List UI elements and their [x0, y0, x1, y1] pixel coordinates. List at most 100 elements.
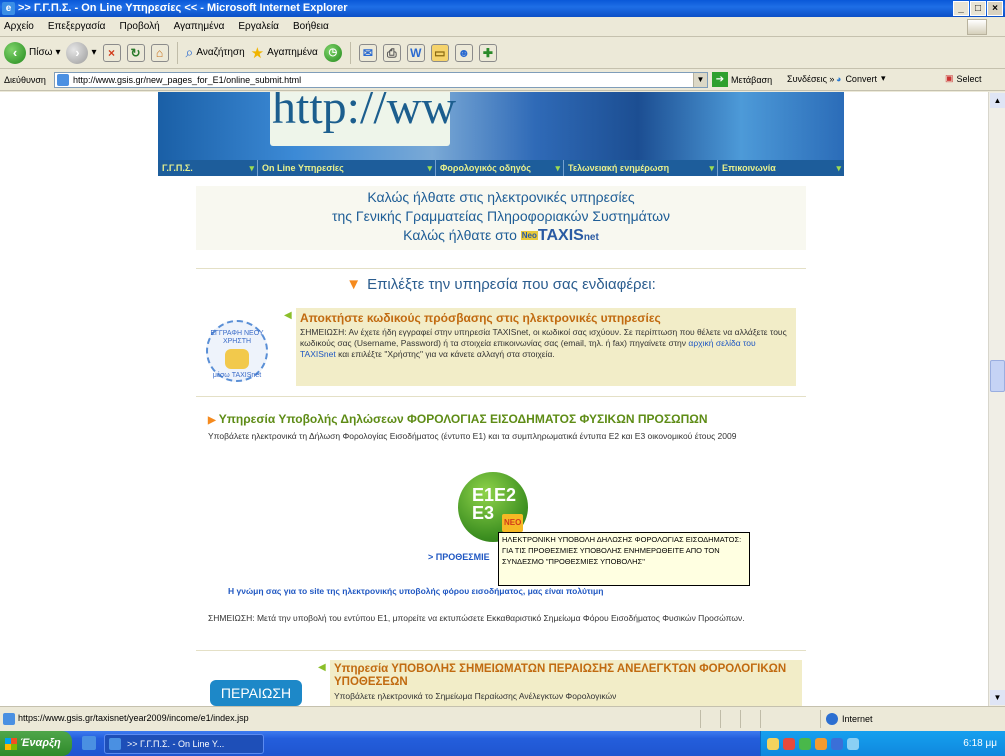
taskbar-item-ie[interactable]: >> Γ.Γ.Π.Σ. - On Line Y... [104, 734, 264, 754]
tray-icon[interactable] [815, 737, 827, 750]
ie-icon [109, 738, 121, 750]
page-icon [57, 74, 69, 86]
welcome-line-2: της Γενικής Γραμματείας Πληροφοριακών Συ… [331, 208, 671, 224]
go-label: Μετάβαση [731, 74, 773, 85]
feedback-link[interactable]: Η γνώμη σας για το site της ηλεκτρονικής… [228, 586, 603, 596]
toolbar-separator [349, 41, 351, 64]
quick-launch-ie-icon[interactable] [82, 736, 96, 750]
convert-button[interactable]: ◕ Convert ▾ [836, 73, 885, 84]
triangle-left-icon: ◀ [318, 662, 326, 673]
triangle-right-icon: ▶ [208, 415, 216, 426]
menu-bar: Αρχείο Επεξεργασία Προβολή Αγαπημένα Εργ… [0, 17, 1005, 37]
search-icon: ⌕ [185, 44, 194, 60]
tray-icon[interactable] [767, 737, 779, 750]
go-arrow-icon: ➔ [712, 72, 728, 87]
select-button[interactable]: ▣ Select [945, 73, 982, 84]
register-badge[interactable]: ΕΓΓΡΑΦΗ ΝΕΟΥ ΧΡΗΣΤΗ μέσω TAXISnet [206, 320, 268, 382]
convert-label: Convert [845, 73, 877, 84]
print-icon[interactable]: ⎙ [382, 43, 401, 62]
select-icon: ▣ [945, 73, 954, 83]
back-button[interactable]: ‹ Πίσω ▾ [4, 41, 60, 64]
nav-item-tax-guide[interactable]: Φορολογικός οδηγός [436, 160, 564, 176]
links-label: Συνδέσεις [787, 74, 827, 84]
go-button[interactable]: ➔ Μετάβαση [712, 72, 772, 87]
stop-icon[interactable]: × [102, 43, 121, 62]
select-label: Select [956, 73, 982, 84]
toolbar: ‹ Πίσω ▾ › ▾ × ↻ ⌂ ⌕ Αναζήτηση ★ Αγαπημέ… [0, 37, 1005, 69]
welcome-line-1: Καλώς ήλθατε στις ηλεκτρονικές υπηρεσίες [367, 189, 635, 205]
close-button[interactable]: × [987, 1, 1003, 16]
deadlines-link[interactable]: > ΠΡΟΘΕΣΜΙΕ [428, 552, 490, 562]
menu-file[interactable]: Αρχείο [4, 21, 34, 32]
tray-icon[interactable] [799, 737, 811, 750]
research-icon[interactable]: ✚ [478, 43, 497, 62]
section-register: ΕΓΓΡΑΦΗ ΝΕΟΥ ΧΡΗΣΤΗ μέσω TAXISnet ◀ Αποκ… [196, 304, 806, 388]
back-label: Πίσω [29, 47, 53, 58]
history-icon[interactable]: ◷ [323, 43, 342, 62]
edit-icon[interactable]: W [406, 43, 425, 62]
nav-item-online-services[interactable]: On Line Υπηρεσίες [258, 160, 436, 176]
convert-icon: ◕ [836, 73, 842, 84]
toolbar-separator [176, 41, 178, 64]
security-zone: Internet [826, 713, 873, 725]
tooltip: ΗΛΕΚΤΡΟΝΙΚΗ ΥΠΟΒΟΛΗ ΔΗΛΩΣΗΣ ΦΟΡΟΛΟΓΙΑΣ Ε… [498, 532, 750, 586]
status-cell [740, 710, 758, 728]
page-viewport[interactable]: http://ww Γ.Γ.Π.Σ. On Line Υπηρεσίες Φορ… [0, 92, 988, 706]
maximize-button[interactable]: □ [970, 1, 986, 16]
window-title: >> Γ.Γ.Π.Σ. - On Line Υπηρεσίες << - Mic… [18, 2, 348, 14]
triangle-left-icon: ◀ [284, 310, 292, 321]
vertical-scrollbar[interactable]: ▲ ▼ [988, 92, 1005, 706]
scroll-up-icon[interactable]: ▲ [990, 93, 1005, 108]
nav-item-contact[interactable]: Επικοινωνία [718, 160, 844, 176]
tray-icon[interactable] [831, 737, 843, 750]
clock[interactable]: 6:18 μμ [963, 738, 997, 749]
menu-edit[interactable]: Επεξεργασία [48, 21, 106, 32]
taskbar-item-label: >> Γ.Γ.Π.Σ. - On Line Y... [127, 739, 225, 749]
address-input[interactable]: http://www.gsis.gr/new_pages_for_E1/onli… [54, 72, 708, 88]
scroll-down-icon[interactable]: ▼ [990, 690, 1005, 705]
chevron-down-icon: ▾ [91, 47, 97, 58]
status-cell [700, 710, 718, 728]
ie-icon: e [2, 2, 15, 15]
links-button[interactable]: Συνδέσεις » [787, 74, 834, 84]
address-url: http://www.gsis.gr/new_pages_for_E1/onli… [73, 75, 302, 85]
register-title[interactable]: Αποκτήστε κωδικούς πρόσβασης στις ηλεκτρ… [296, 308, 796, 325]
zone-label: Internet [842, 714, 873, 724]
welcome-panel: Καλώς ήλθατε στις ηλεκτρονικές υπηρεσίες… [196, 186, 806, 250]
income-tax-title[interactable]: ▶ Υπηρεσία Υποβολής Δηλώσεων ΦΟΡΟΛΟΓΙΑΣ Ε… [208, 412, 788, 426]
refresh-icon[interactable]: ↻ [126, 43, 145, 62]
folder-icon[interactable]: ▭ [430, 43, 449, 62]
income-tax-desc: Υποβάλετε ηλεκτρονικά τη Δήλωση Φορολογί… [208, 431, 737, 441]
settlement-badge[interactable]: ΠΕΡΑΙΩΣΗ [210, 680, 302, 706]
messenger-icon[interactable]: ☻ [454, 43, 473, 62]
home-icon[interactable]: ⌂ [150, 43, 169, 62]
scroll-thumb[interactable] [990, 360, 1005, 392]
banner-http-graphic: http://ww [270, 92, 456, 146]
status-cell [760, 710, 778, 728]
divider [196, 396, 806, 397]
settlement-title[interactable]: Υπηρεσία ΥΠΟΒΟΛΗΣ ΣΗΜΕΙΩΜΑΤΩΝ ΠΕΡΑΙΩΣΗΣ … [330, 660, 802, 689]
start-button[interactable]: Έναρξη [0, 731, 72, 756]
mail-icon[interactable]: ✉ [358, 43, 377, 62]
search-label: Αναζήτηση [196, 47, 245, 58]
back-arrow-icon: ‹ [4, 41, 26, 64]
nav-item-ggps[interactable]: Γ.Γ.Π.Σ. [158, 160, 258, 176]
nav-item-customs[interactable]: Τελωνειακή ενημέρωση [564, 160, 718, 176]
search-button[interactable]: ⌕ Αναζήτηση [186, 44, 245, 61]
windows-flag-icon [5, 738, 17, 750]
menu-tools[interactable]: Εργαλεία [238, 21, 279, 32]
minimize-button[interactable]: _ [953, 1, 969, 16]
forward-arrow-icon: › [66, 41, 89, 64]
welcome-line-3: Καλώς ήλθατε στο [403, 227, 517, 243]
forward-button[interactable]: › ▾ [66, 41, 97, 64]
favorites-button[interactable]: ★ Αγαπημένα [251, 44, 318, 62]
page-icon [3, 713, 15, 725]
window-titlebar[interactable]: e >> Γ.Γ.Π.Σ. - On Line Υπηρεσίες << - M… [0, 0, 1005, 17]
menu-view[interactable]: Προβολή [119, 21, 159, 32]
menu-favorites[interactable]: Αγαπημένα [174, 21, 225, 32]
menu-help[interactable]: Βοήθεια [293, 21, 329, 32]
tray-icon[interactable] [847, 737, 859, 750]
chevron-down-icon[interactable]: ▼ [693, 73, 707, 87]
favorites-label: Αγαπημένα [267, 47, 318, 58]
tray-icon[interactable] [783, 737, 795, 750]
